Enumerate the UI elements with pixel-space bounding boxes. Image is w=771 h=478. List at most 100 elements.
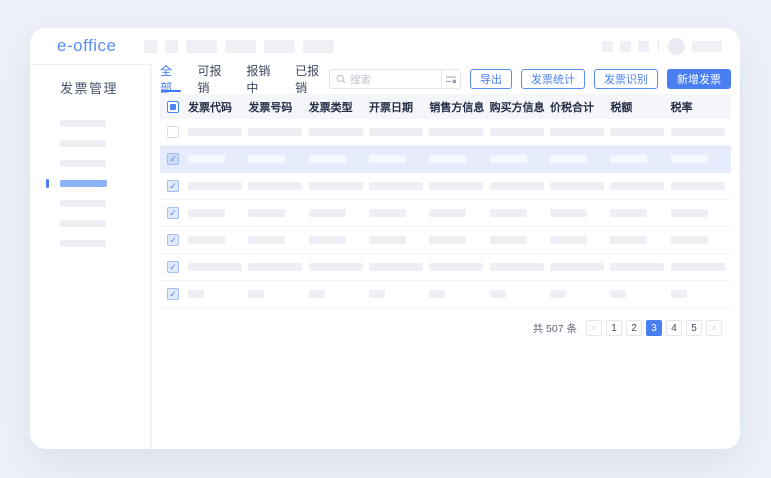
header-icon-placeholder xyxy=(602,41,613,52)
avatar[interactable] xyxy=(668,38,685,55)
header-icon-placeholder xyxy=(620,41,631,52)
cell-placeholder xyxy=(671,290,687,298)
export-button[interactable]: 导出 xyxy=(470,69,512,89)
sidebar-item-6[interactable] xyxy=(60,220,106,227)
table-cell xyxy=(671,182,731,190)
row-checkbox[interactable] xyxy=(167,126,179,138)
cell-placeholder xyxy=(429,263,483,271)
table-row[interactable] xyxy=(160,200,731,227)
sidebar-item-4-active[interactable] xyxy=(60,180,107,187)
invoice-recognition-button[interactable]: 发票识别 xyxy=(594,69,658,89)
cell-placeholder xyxy=(309,209,346,217)
table-cell xyxy=(610,155,670,163)
table-cell xyxy=(610,290,670,298)
pagination-page-2[interactable]: 2 xyxy=(626,320,642,336)
table-row[interactable] xyxy=(160,281,731,308)
row-checkbox[interactable] xyxy=(167,207,179,219)
cell-placeholder xyxy=(429,155,466,163)
column-header-3: 发票类型 xyxy=(309,99,369,115)
column-header-7: 价税合计 xyxy=(550,99,610,115)
table-cell xyxy=(671,155,731,163)
table-cell xyxy=(550,290,610,298)
cell-placeholder xyxy=(248,182,302,190)
pagination-page-4[interactable]: 4 xyxy=(666,320,682,336)
table-cell xyxy=(429,290,489,298)
pagination-next-button[interactable]: › xyxy=(706,320,722,336)
cell-placeholder xyxy=(188,263,242,271)
cell-placeholder xyxy=(610,290,626,298)
table-row[interactable] xyxy=(160,173,731,200)
table-cell xyxy=(550,128,610,136)
row-checkbox[interactable] xyxy=(167,234,179,246)
cell-placeholder xyxy=(671,155,708,163)
table-cell xyxy=(188,128,248,136)
table-row[interactable] xyxy=(160,254,731,281)
tab-bar: 全部可报销报销中已报销 xyxy=(160,64,329,94)
table-cell xyxy=(429,236,489,244)
table-row[interactable] xyxy=(160,227,731,254)
pagination-page-3[interactable]: 3 xyxy=(646,320,662,336)
pagination-prev-button[interactable]: ‹ xyxy=(586,320,602,336)
cell-placeholder xyxy=(369,236,406,244)
row-checkbox[interactable] xyxy=(167,153,179,165)
cell-placeholder xyxy=(490,236,527,244)
cell-placeholder xyxy=(369,128,423,136)
table-cell xyxy=(550,155,610,163)
tab-1[interactable]: 全部 xyxy=(160,64,183,94)
cell-placeholder xyxy=(248,128,302,136)
table-cell xyxy=(610,209,670,217)
cell-placeholder xyxy=(550,209,587,217)
table-body xyxy=(160,119,731,308)
pagination: 共 507 条 ‹ 12345 › xyxy=(160,320,731,336)
row-checkbox[interactable] xyxy=(167,261,179,273)
search-icon xyxy=(336,74,346,84)
cell-placeholder xyxy=(188,155,225,163)
pagination-page-5[interactable]: 5 xyxy=(686,320,702,336)
sidebar-item-5[interactable] xyxy=(60,200,106,207)
table-cell xyxy=(248,209,308,217)
column-header-6: 购买方信息 xyxy=(490,99,550,115)
search-input[interactable]: 搜索 xyxy=(329,69,441,89)
table-cell xyxy=(248,236,308,244)
column-header-2: 发票号码 xyxy=(248,99,308,115)
select-all-checkbox[interactable] xyxy=(167,101,179,113)
table-cell xyxy=(490,263,550,271)
cell-placeholder xyxy=(369,155,406,163)
add-invoice-button[interactable]: 新增发票 xyxy=(667,69,731,89)
table-cell xyxy=(369,128,429,136)
nav-placeholder-square xyxy=(165,40,178,53)
main-content: 全部可报销报销中已报销 搜索 xyxy=(152,64,740,449)
table-cell xyxy=(309,182,369,190)
pagination-page-1[interactable]: 1 xyxy=(606,320,622,336)
filter-icon xyxy=(445,74,457,84)
table-cell xyxy=(248,290,308,298)
table-cell xyxy=(248,182,308,190)
tab-2[interactable]: 可报销 xyxy=(198,64,232,94)
sidebar-item-7[interactable] xyxy=(60,240,106,247)
table-row[interactable] xyxy=(160,146,731,173)
table-cell xyxy=(671,236,731,244)
table-cell xyxy=(309,128,369,136)
table-cell xyxy=(369,155,429,163)
table-cell xyxy=(248,263,308,271)
filter-button[interactable] xyxy=(441,69,461,89)
row-checkbox[interactable] xyxy=(167,288,179,300)
search-group: 搜索 xyxy=(329,69,461,89)
sidebar-item-1[interactable] xyxy=(60,120,106,127)
cell-placeholder xyxy=(610,263,664,271)
row-checkbox-cell xyxy=(160,153,188,165)
table-cell xyxy=(550,209,610,217)
cell-placeholder xyxy=(610,155,647,163)
row-checkbox-cell xyxy=(160,180,188,192)
cell-placeholder xyxy=(610,236,647,244)
table-row[interactable] xyxy=(160,119,731,146)
tab-3[interactable]: 报销中 xyxy=(246,64,280,94)
sidebar-item-2[interactable] xyxy=(60,140,106,147)
sidebar-item-3[interactable] xyxy=(60,160,106,167)
sidebar-menu xyxy=(30,120,150,247)
tab-4[interactable]: 已报销 xyxy=(295,64,329,94)
cell-placeholder xyxy=(369,182,423,190)
cell-placeholder xyxy=(248,236,285,244)
row-checkbox[interactable] xyxy=(167,180,179,192)
invoice-stats-button[interactable]: 发票统计 xyxy=(521,69,585,89)
